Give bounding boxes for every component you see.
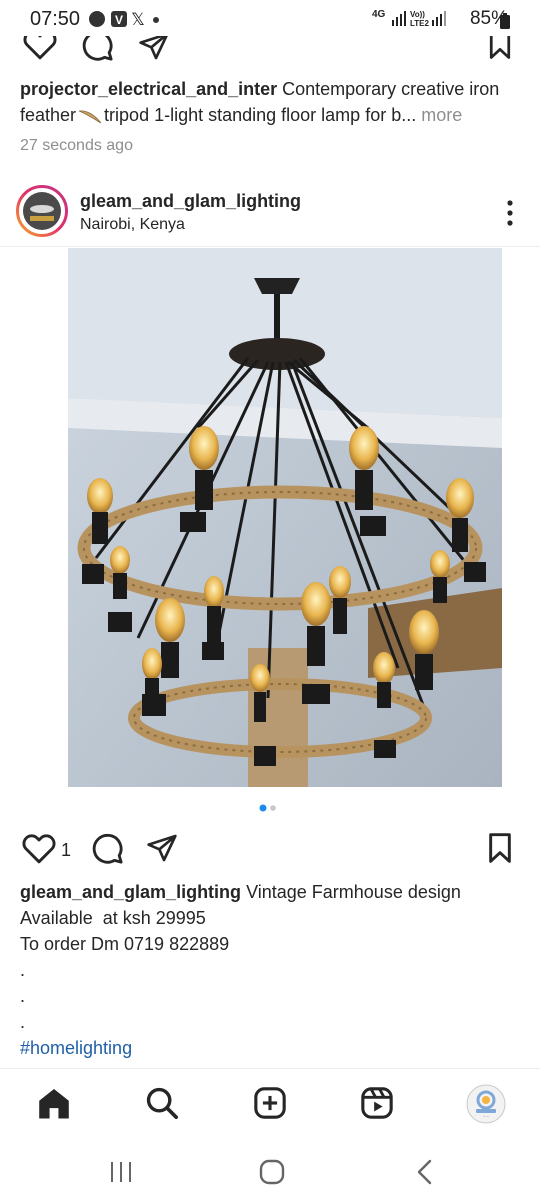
- bottom-nav: ·····: [0, 1069, 540, 1135]
- prev-caption-text2b: tripod 1-light standing floor lamp for b…: [104, 105, 417, 125]
- carousel-indicator: [259, 803, 281, 813]
- feather-emoji-icon: [78, 108, 102, 124]
- status-bar: 07:50 V 𝕏 4G Vo)) LTE2 85%: [0, 0, 540, 36]
- net-4g-label: 4G: [372, 9, 386, 20]
- signal-icons: 4G Vo)) LTE2: [370, 6, 450, 30]
- prev-post-caption: projector_electrical_and_inter Contempor…: [20, 76, 525, 128]
- caption-dot-2: .: [20, 986, 26, 1006]
- notification-icons: V 𝕏: [88, 9, 168, 29]
- home-icon[interactable]: [36, 1086, 72, 1120]
- caption-username[interactable]: gleam_and_glam_lighting: [20, 882, 241, 902]
- post-header: gleam_and_glam_lighting Nairobi, Kenya: [0, 180, 540, 246]
- comment-icon: [92, 833, 123, 864]
- create-icon[interactable]: [253, 1086, 287, 1120]
- heart-icon[interactable]: [22, 36, 58, 60]
- comment-icon[interactable]: [80, 36, 114, 62]
- comment-button[interactable]: [90, 831, 124, 865]
- profile-avatar[interactable]: [16, 185, 68, 237]
- status-time: 07:50: [30, 8, 81, 30]
- system-nav-bar: [0, 1140, 540, 1204]
- hashtag-link[interactable]: #homelighting: [20, 1035, 525, 1061]
- caption-line1: gleam_and_glam_lighting Vintage Farmhous…: [20, 879, 525, 905]
- header-divider: [0, 246, 540, 247]
- bookmark-icon: [489, 833, 511, 863]
- recent-apps-button[interactable]: [108, 1160, 134, 1184]
- post-location[interactable]: Nairobi, Kenya: [80, 216, 185, 234]
- like-button[interactable]: [21, 832, 57, 864]
- post-caption: gleam_and_glam_lighting Vintage Farmhous…: [20, 879, 525, 1061]
- prev-post-actions: [0, 36, 540, 62]
- prev-post-time: 27 seconds ago: [20, 137, 133, 154]
- heart-icon: [22, 834, 56, 864]
- home-button[interactable]: [259, 1159, 285, 1185]
- back-button[interactable]: [414, 1159, 436, 1185]
- caption-line2: Available at ksh 29995: [20, 908, 206, 928]
- svg-text:𝕏: 𝕏: [131, 10, 145, 29]
- caption-text1: Vintage Farmhouse design: [246, 882, 461, 902]
- caption-dot-1: .: [20, 960, 26, 980]
- battery-icon: [500, 13, 510, 29]
- like-count[interactable]: 1: [61, 840, 71, 861]
- prev-caption-text1: Contemporary creative iron: [282, 79, 500, 99]
- reels-icon[interactable]: [360, 1086, 394, 1120]
- svg-text:·····: ·····: [483, 1114, 490, 1119]
- post-actions: 1: [0, 827, 540, 869]
- svg-text:V: V: [115, 13, 123, 27]
- caption-line3: To order Dm 0719 822889: [20, 934, 230, 954]
- bookmark-icon[interactable]: [486, 36, 514, 60]
- svg-text:LTE2: LTE2: [410, 19, 430, 28]
- caption-dot-3: .: [20, 1012, 26, 1032]
- save-button[interactable]: [486, 832, 514, 864]
- prev-caption-line1: projector_electrical_and_inter Contempor…: [20, 76, 525, 102]
- prev-post-username[interactable]: projector_electrical_and_inter: [20, 79, 277, 99]
- svg-text:Vo)): Vo)): [410, 10, 425, 19]
- carousel-dot: [259, 804, 267, 812]
- search-icon[interactable]: [145, 1086, 179, 1120]
- profile-nav-avatar[interactable]: ·····: [466, 1084, 506, 1124]
- post-username[interactable]: gleam_and_glam_lighting: [80, 191, 301, 212]
- more-link[interactable]: more: [421, 105, 462, 125]
- prev-caption-text2a: feather: [20, 105, 77, 125]
- post-image[interactable]: [68, 248, 502, 787]
- carousel-dot: [270, 805, 276, 811]
- more-options-icon[interactable]: [500, 198, 520, 228]
- send-icon[interactable]: [138, 36, 170, 62]
- prev-caption-line2: feather tripod 1-light standing floor la…: [20, 102, 525, 128]
- send-icon: [147, 834, 177, 862]
- share-button[interactable]: [146, 832, 178, 864]
